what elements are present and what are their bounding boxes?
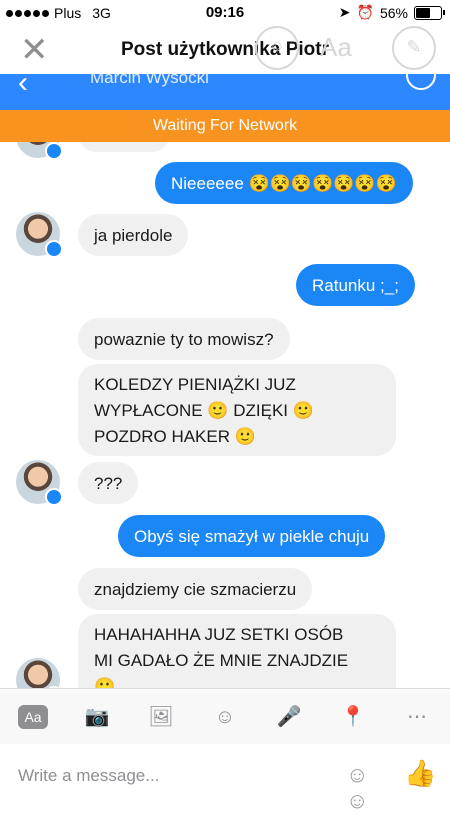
messenger-badge-icon	[45, 240, 63, 258]
page-title: Post użytkownika Piotr	[121, 39, 329, 60]
emoji-icon[interactable]: ☺	[212, 705, 238, 729]
message-outgoing: Ratunku ;_;	[296, 264, 415, 306]
message-outgoing: Nieeeeee 😵😵😵😵😵😵😵	[155, 162, 413, 204]
messenger-badge-icon	[45, 142, 63, 160]
info-icon[interactable]	[406, 74, 436, 90]
message-line: 🙂	[94, 677, 116, 688]
message-incoming: ja pierdole	[78, 214, 189, 256]
edit-tool-icon[interactable]: ✎	[392, 26, 436, 70]
alarm-icon: ⏰	[356, 4, 374, 20]
composer-toolbar: Aa 📷 🖼 ☺ 🎤 📍 ⋯	[0, 688, 450, 745]
microphone-icon[interactable]: 🎤	[276, 705, 302, 729]
message-input[interactable]: Write a message...	[18, 766, 159, 786]
face-icon[interactable]: ☺	[255, 26, 299, 70]
more-icon[interactable]: ⋯	[404, 705, 430, 729]
status-bar: Plus 3G 09:16 ➤ ⏰ 56%	[0, 0, 450, 26]
messenger-badge-icon	[45, 488, 63, 506]
avatar	[16, 212, 63, 258]
message-incoming: ???	[78, 462, 139, 504]
message-incoming: powaznie ty to mowisz?	[78, 318, 290, 360]
post-header: ✕ Post użytkownika Piotr ☺ Aa ✎	[0, 26, 450, 74]
text-size-button[interactable]: Aa	[320, 32, 352, 63]
back-icon[interactable]: ‹	[18, 74, 28, 100]
chat-thread[interactable]: Nieeeeee 😵😵😵😵😵😵😵 ja pierdole Ratunku ;_;…	[0, 142, 450, 688]
message-outgoing: Obyś się smażył w piekle chuju	[118, 515, 386, 557]
message-line: MI GADAŁO ŻE MNIE ZNAJDZIE	[94, 651, 349, 670]
message-bubble-partial	[78, 142, 170, 152]
message-incoming-multiline: HAHAHAHHA JUZ SETKI OSÓB MI GADAŁO ŻE MN…	[78, 614, 396, 688]
message-line: POZDRO HAKER 🙂	[94, 427, 256, 446]
gallery-icon[interactable]: 🖼	[148, 705, 174, 729]
message-incoming-multiline: KOLEDZY PIENIĄŻKI JUZ WYPŁACONE 🙂 DZIĘKI…	[78, 364, 396, 456]
message-line: HAHAHAHHA JUZ SETKI OSÓB	[94, 625, 344, 644]
message-line: WYPŁACONE 🙂 DZIĘKI 🙂	[94, 401, 314, 420]
message-line: KOLEDZY PIENIĄŻKI JUZ	[94, 375, 296, 394]
network-banner: Waiting For Network	[0, 110, 450, 142]
sticker-icon[interactable]: ☺☺	[346, 762, 376, 813]
chat-header: ‹ Marcin Wysocki	[0, 74, 450, 110]
contact-name[interactable]: Marcin Wysocki	[90, 74, 209, 88]
text-style-icon[interactable]: Aa	[18, 705, 48, 729]
message-composer: Write a message... ☺☺ 👍	[0, 744, 450, 813]
avatar	[16, 460, 63, 506]
location-icon: ➤	[338, 4, 351, 20]
battery-percent: 56%	[379, 4, 408, 21]
message-incoming: znajdziemy cie szmacierzu	[78, 568, 313, 610]
avatar	[16, 658, 63, 688]
camera-icon[interactable]: 📷	[84, 705, 110, 729]
avatar	[16, 142, 63, 160]
location-pin-icon[interactable]: 📍	[340, 705, 366, 729]
like-icon[interactable]: 👍	[404, 758, 436, 789]
battery-icon	[414, 5, 445, 20]
